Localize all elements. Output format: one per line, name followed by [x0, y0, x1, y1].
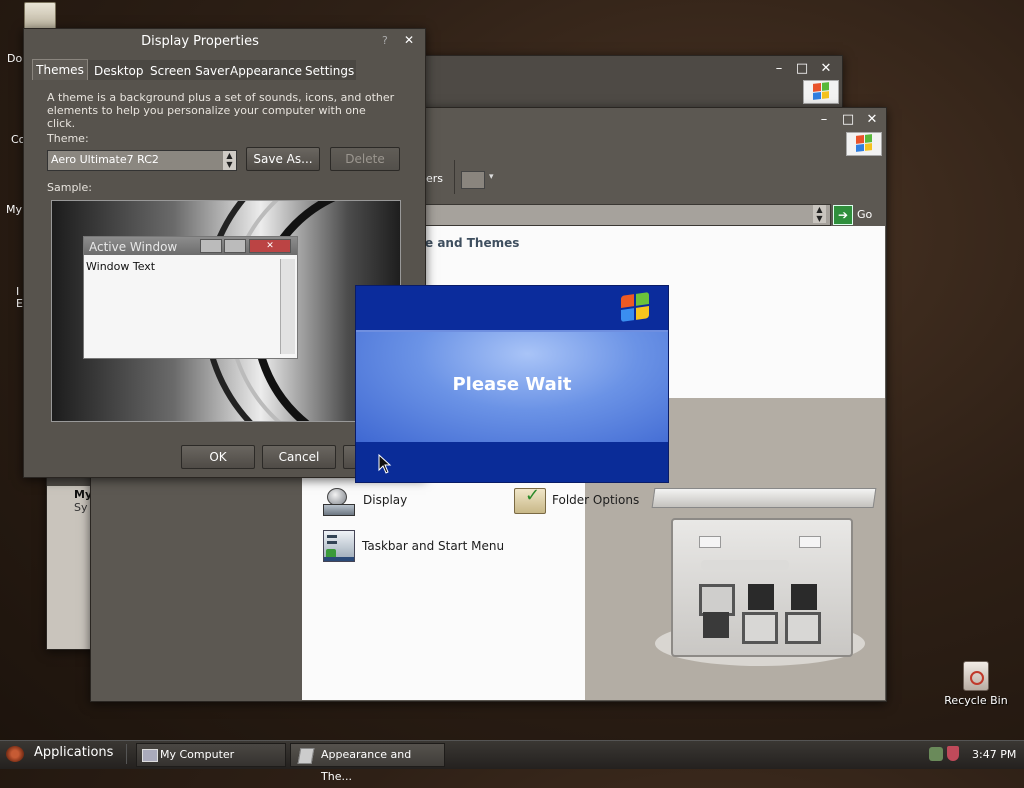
clock[interactable]: 3:47 PM	[972, 748, 1016, 761]
toolbar-folders-text[interactable]: ers	[426, 172, 443, 185]
address-bar[interactable]	[421, 204, 831, 226]
sample-close-icon: ✕	[249, 239, 291, 253]
recycle-bin[interactable]: Recycle Bin	[936, 658, 1016, 708]
network-tray-icon[interactable]	[929, 747, 943, 761]
toolbar-separator	[454, 160, 455, 194]
windows-logo-icon	[803, 80, 839, 104]
folder-options-label: Folder Options	[552, 493, 640, 507]
applications-logo-icon	[6, 746, 24, 762]
task-appearance[interactable]: Appearance and The...	[290, 743, 445, 783]
folder-options-item[interactable]: ✓ Folder Options	[514, 485, 654, 518]
go-label[interactable]: Go	[857, 208, 872, 221]
views-icon[interactable]	[461, 171, 485, 189]
minimize-button[interactable]: –	[771, 62, 787, 76]
help-button[interactable]: ?	[382, 34, 388, 47]
maximize-button[interactable]: □	[794, 62, 810, 76]
splash-bottom-band	[356, 442, 668, 482]
sample-maximize-icon	[224, 239, 246, 253]
sample-label: Sample:	[47, 181, 92, 194]
sample-minimize-icon	[200, 239, 222, 253]
folder-options-icon: ✓	[514, 485, 546, 514]
tab-appearance[interactable]: Appearance	[230, 61, 302, 81]
mouse-cursor-icon	[378, 454, 392, 474]
computer-icon	[142, 749, 158, 762]
tab-screen-saver[interactable]: Screen Saver	[150, 61, 229, 81]
sample-scrollbar	[280, 259, 295, 354]
theme-label: Theme:	[47, 132, 89, 145]
category-heading: e and Themes	[425, 236, 520, 250]
appearance-icon	[297, 748, 315, 764]
task-my-computer-label: My Computer	[160, 748, 235, 761]
desktop-label-ie-2[interactable]: E	[16, 297, 23, 310]
display-icon	[323, 486, 355, 516]
appearance-themes-illustration	[651, 486, 877, 676]
address-dropdown-icon[interactable]: ▲ ▼	[813, 205, 826, 223]
sample-window-text: Window Text	[86, 260, 156, 273]
back-window-label-2: Sy	[74, 501, 88, 514]
task-my-computer[interactable]: My Computer	[136, 743, 286, 767]
close-button[interactable]: ✕	[864, 113, 880, 127]
recycle-bin-label: Recycle Bin	[944, 694, 1008, 707]
select-spinner-icon[interactable]: ▲ ▼	[223, 151, 236, 170]
cancel-button[interactable]: Cancel	[262, 445, 336, 469]
security-tray-icon[interactable]	[947, 746, 959, 761]
tab-themes[interactable]: Themes	[32, 59, 88, 80]
applications-menu[interactable]: Applications	[4, 744, 124, 764]
desktop-folder-icon[interactable]	[24, 2, 56, 30]
theme-description: A theme is a background plus a set of so…	[47, 91, 395, 130]
recycle-bin-icon	[963, 661, 989, 691]
minimize-button[interactable]: –	[816, 113, 832, 127]
please-wait-message: Please Wait	[452, 374, 572, 395]
taskbar-start-menu-item[interactable]: Taskbar and Start Menu	[323, 530, 523, 564]
save-as-button[interactable]: Save As...	[246, 147, 320, 171]
sample-window-title: Active Window	[89, 240, 178, 254]
ok-button[interactable]: OK	[181, 445, 255, 469]
tab-settings[interactable]: Settings	[305, 61, 354, 81]
close-button[interactable]: ✕	[404, 33, 414, 47]
taskbar-start-menu-icon	[323, 530, 355, 562]
display-item[interactable]: Display	[323, 486, 443, 518]
views-dropdown-icon[interactable]: ▾	[489, 172, 494, 182]
theme-select[interactable]: Aero Ultimate7 RC2 ▲ ▼	[47, 150, 237, 171]
close-button[interactable]: ✕	[818, 62, 834, 76]
windows-logo-icon	[619, 292, 651, 322]
theme-sample-preview: Active Window ✕ Window Text	[51, 200, 401, 422]
please-wait-dialog: Please Wait	[355, 285, 669, 483]
theme-select-value: Aero Ultimate7 RC2	[51, 153, 159, 166]
dialog-title: Display Properties	[141, 34, 259, 49]
desktop-label-documents[interactable]: Do	[7, 52, 22, 65]
go-arrow-icon[interactable]: ➔	[833, 205, 853, 225]
tab-desktop[interactable]: Desktop	[94, 61, 144, 81]
taskbar-start-menu-label: Taskbar and Start Menu	[362, 539, 505, 553]
display-label: Display	[363, 493, 408, 507]
maximize-button[interactable]: □	[840, 113, 856, 127]
windows-logo-icon	[846, 132, 882, 156]
task-appearance-label: Appearance and The...	[321, 748, 412, 783]
sample-active-window: Active Window ✕ Window Text	[83, 236, 298, 359]
applications-label: Applications	[34, 745, 114, 760]
taskbar-separator	[126, 744, 127, 764]
delete-button[interactable]: Delete	[330, 147, 400, 171]
desktop-label-network[interactable]: My	[6, 203, 22, 216]
